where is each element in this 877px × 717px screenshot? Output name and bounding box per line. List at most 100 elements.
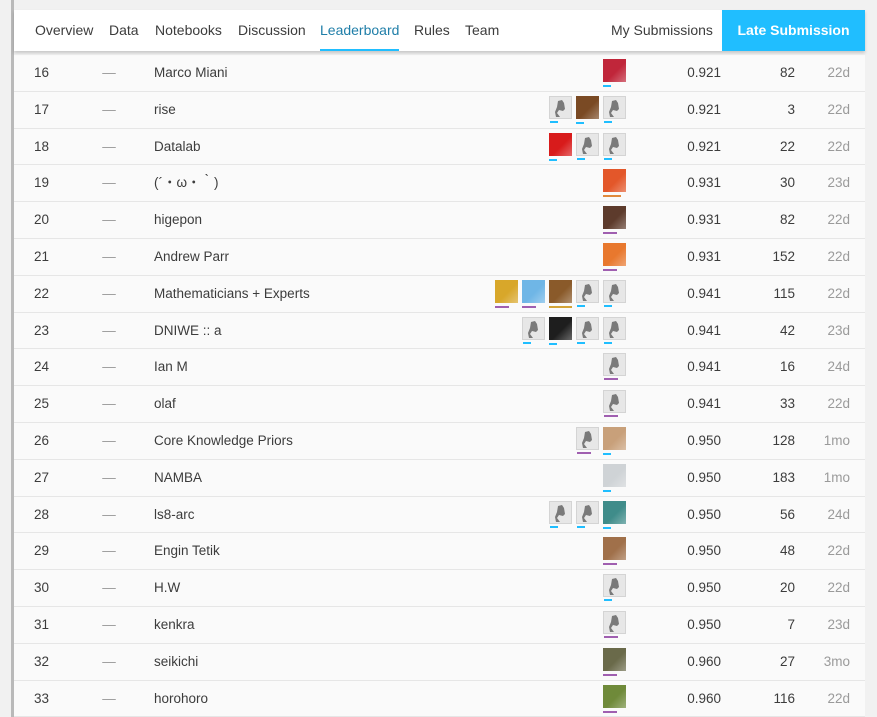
leaderboard-row[interactable]: 22 — Mathematicians + Experts 0.941 115 22d xyxy=(14,275,865,313)
leaderboard-row[interactable]: 21 — Andrew Parr 0.931 152 22d xyxy=(14,238,865,276)
avatar[interactable] xyxy=(603,647,626,676)
team-name[interactable]: Marco Miani xyxy=(154,55,228,91)
last-submission-cell: 24d xyxy=(827,506,850,522)
score-cell: 0.960 xyxy=(687,690,721,706)
team-name[interactable]: seikichi xyxy=(154,644,198,680)
leaderboard-row[interactable]: 32 — seikichi 0.960 27 3mo xyxy=(14,643,865,681)
last-submission-cell: 22d xyxy=(827,285,850,301)
leaderboard-row[interactable]: 25 — olaf 0.941 33 22d xyxy=(14,386,865,423)
avatar[interactable] xyxy=(603,574,626,602)
leaderboard-row[interactable]: 33 — horohoro 0.960 116 22d xyxy=(14,680,865,717)
late-submission-button[interactable]: Late Submission xyxy=(722,10,865,51)
team-members xyxy=(603,574,626,602)
leaderboard-row[interactable]: 20 — higepon 0.931 82 22d xyxy=(14,202,865,239)
avatar[interactable] xyxy=(603,353,626,381)
avatar[interactable] xyxy=(603,316,626,344)
avatar[interactable] xyxy=(603,426,626,455)
avatar[interactable] xyxy=(603,95,626,123)
leaderboard-row[interactable]: 23 — DNIWE :: a 0.941 42 23d xyxy=(14,312,865,350)
team-name[interactable]: rise xyxy=(154,92,176,128)
avatar[interactable] xyxy=(549,279,572,308)
last-submission-cell: 22d xyxy=(827,396,850,412)
tab-team[interactable]: Team xyxy=(465,10,499,51)
team-name[interactable]: H.W xyxy=(154,570,180,606)
entries-cell: 115 xyxy=(773,285,795,301)
avatar[interactable] xyxy=(522,316,545,344)
avatar[interactable] xyxy=(603,59,626,87)
rank-cell: 28 xyxy=(33,506,50,522)
tab-leaderboard[interactable]: Leaderboard xyxy=(320,10,400,51)
avatar[interactable] xyxy=(576,316,599,344)
team-name[interactable]: Core Knowledge Priors xyxy=(154,423,293,459)
avatar[interactable] xyxy=(576,426,599,454)
avatar[interactable] xyxy=(549,500,572,528)
team-members xyxy=(495,279,626,308)
leaderboard-row[interactable]: 31 — kenkra 0.950 7 23d xyxy=(14,606,865,644)
team-name[interactable]: Datalab xyxy=(154,129,201,165)
avatar[interactable] xyxy=(603,132,626,160)
team-members xyxy=(603,169,626,198)
team-name[interactable]: higepon xyxy=(154,202,202,238)
team-name[interactable]: ls8-arc xyxy=(154,497,195,533)
rank-cell: 26 xyxy=(33,432,50,448)
leaderboard-row[interactable]: 19 — (´・ω・｀) 0.931 30 23d xyxy=(14,165,865,203)
team-name[interactable]: horohoro xyxy=(154,681,208,717)
avatar[interactable] xyxy=(495,279,518,308)
avatar[interactable] xyxy=(576,279,599,307)
team-name[interactable]: (´・ω・｀) xyxy=(154,165,219,201)
avatar[interactable] xyxy=(603,206,626,235)
avatar[interactable] xyxy=(549,316,572,345)
tab-data[interactable]: Data xyxy=(109,10,139,51)
score-cell: 0.941 xyxy=(687,322,721,338)
team-name[interactable]: olaf xyxy=(154,386,176,422)
tab-rules[interactable]: Rules xyxy=(414,10,450,51)
leaderboard-row[interactable]: 29 — Engin Tetik 0.950 48 22d xyxy=(14,533,865,571)
tab-overview[interactable]: Overview xyxy=(35,10,93,51)
avatar[interactable] xyxy=(603,463,626,492)
team-name[interactable]: DNIWE :: a xyxy=(154,313,222,349)
entries-cell: 30 xyxy=(779,175,795,191)
avatar[interactable] xyxy=(576,500,599,528)
avatar[interactable] xyxy=(576,132,599,160)
avatar[interactable] xyxy=(576,95,599,124)
team-name[interactable]: Mathematicians + Experts xyxy=(154,276,310,312)
avatar[interactable] xyxy=(603,390,626,418)
leaderboard-row[interactable]: 27 — NAMBA 0.950 183 1mo xyxy=(14,459,865,497)
leaderboard-row[interactable]: 17 — rise 0.921 3 22d xyxy=(14,91,865,129)
rank-cell: 29 xyxy=(33,543,50,559)
rank-cell: 21 xyxy=(33,248,50,264)
leaderboard-row[interactable]: 28 — ls8-arc 0.950 56 24d xyxy=(14,496,865,534)
last-submission-cell: 22d xyxy=(827,212,850,228)
leaderboard-row[interactable]: 30 — H.W 0.950 20 22d xyxy=(14,570,865,607)
avatar[interactable] xyxy=(603,279,626,307)
team-name[interactable]: kenkra xyxy=(154,607,195,643)
leaderboard-row[interactable]: 24 — Ian M 0.941 16 24d xyxy=(14,349,865,387)
team-name[interactable]: NAMBA xyxy=(154,460,202,496)
avatar[interactable] xyxy=(603,684,626,713)
avatar[interactable] xyxy=(603,242,626,271)
score-cell: 0.941 xyxy=(687,396,721,412)
avatar[interactable] xyxy=(603,537,626,566)
avatar[interactable] xyxy=(549,95,572,123)
leaderboard-row[interactable]: 26 — Core Knowledge Priors 0.950 128 1mo xyxy=(14,422,865,460)
team-name[interactable]: Ian M xyxy=(154,349,188,385)
rank-change-marker: — xyxy=(102,212,116,228)
score-cell: 0.941 xyxy=(687,359,721,375)
leaderboard-row[interactable]: 18 — Datalab 0.921 22 22d xyxy=(14,128,865,166)
avatar[interactable] xyxy=(603,169,626,198)
avatar[interactable] xyxy=(549,132,572,161)
my-submissions-link[interactable]: My Submissions xyxy=(611,10,713,51)
team-members xyxy=(603,684,626,713)
avatar[interactable] xyxy=(603,610,626,638)
tab-notebooks[interactable]: Notebooks xyxy=(155,10,222,51)
avatar[interactable] xyxy=(522,279,545,308)
avatar[interactable] xyxy=(603,500,626,529)
last-submission-cell: 22d xyxy=(827,248,850,264)
team-name[interactable]: Andrew Parr xyxy=(154,239,229,275)
rank-cell: 31 xyxy=(33,616,50,632)
tab-discussion[interactable]: Discussion xyxy=(238,10,306,51)
leaderboard-row[interactable]: 16 — Marco Miani 0.921 82 22d xyxy=(14,55,865,92)
team-name[interactable]: Engin Tetik xyxy=(154,533,220,569)
last-submission-cell: 23d xyxy=(827,322,850,338)
rank-change-marker: — xyxy=(102,690,116,706)
